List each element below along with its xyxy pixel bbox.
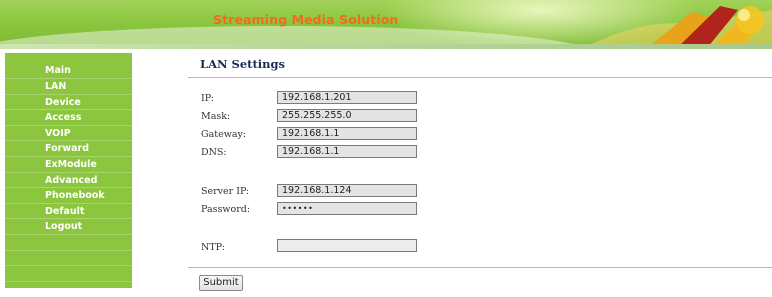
sidebar-item-phonebook[interactable]: Phonebook bbox=[5, 188, 132, 204]
ip-field[interactable]: 192.168.1.201 bbox=[277, 91, 417, 104]
dns-label: DNS: bbox=[201, 147, 227, 158]
sidebar-item-forward[interactable]: Forward bbox=[5, 141, 132, 157]
banner-title: Streaming Media Solution bbox=[213, 12, 399, 27]
server-ip-field[interactable]: 192.168.1.124 bbox=[277, 184, 417, 197]
page-title: LAN Settings bbox=[200, 57, 286, 71]
header-banner: Streaming Media Solution bbox=[0, 0, 772, 48]
sidebar-divider bbox=[5, 235, 132, 251]
dns-field[interactable]: 192.168.1.1 bbox=[277, 145, 417, 158]
title-divider bbox=[188, 77, 772, 78]
sidebar-item-advanced[interactable]: Advanced bbox=[5, 173, 132, 189]
ntp-label: NTP: bbox=[201, 242, 225, 253]
ip-label: IP: bbox=[201, 93, 215, 104]
sidebar-item-logout[interactable]: Logout bbox=[5, 219, 132, 235]
sidebar-divider bbox=[5, 282, 132, 297]
sidebar: Main LAN Device Access VOIP Forward ExMo… bbox=[5, 53, 132, 297]
form-divider bbox=[188, 267, 772, 268]
sidebar-item-exmodule[interactable]: ExModule bbox=[5, 157, 132, 173]
sidebar-item-main[interactable]: Main bbox=[5, 61, 132, 79]
sidebar-item-device[interactable]: Device bbox=[5, 95, 132, 111]
password-field[interactable]: •••••• bbox=[277, 202, 417, 215]
sidebar-divider bbox=[5, 266, 132, 282]
sidebar-menu: Main LAN Device Access VOIP Forward ExMo… bbox=[5, 61, 132, 297]
gateway-label: Gateway: bbox=[201, 129, 247, 140]
sidebar-item-default[interactable]: Default bbox=[5, 204, 132, 220]
gateway-field[interactable]: 192.168.1.1 bbox=[277, 127, 417, 140]
banner-decoration bbox=[582, 6, 772, 48]
main-panel: LAN Settings IP: 192.168.1.201 Mask: 255… bbox=[133, 49, 772, 291]
password-label: Password: bbox=[201, 204, 251, 215]
server-ip-label: Server IP: bbox=[201, 186, 250, 197]
sidebar-item-voip[interactable]: VOIP bbox=[5, 126, 132, 142]
submit-button[interactable]: Submit bbox=[199, 275, 243, 291]
mask-label: Mask: bbox=[201, 111, 231, 122]
mask-field[interactable]: 255.255.255.0 bbox=[277, 109, 417, 122]
sidebar-divider bbox=[5, 251, 132, 267]
sidebar-item-access[interactable]: Access bbox=[5, 110, 132, 126]
ntp-field[interactable] bbox=[277, 239, 417, 252]
sidebar-item-lan[interactable]: LAN bbox=[5, 79, 132, 95]
